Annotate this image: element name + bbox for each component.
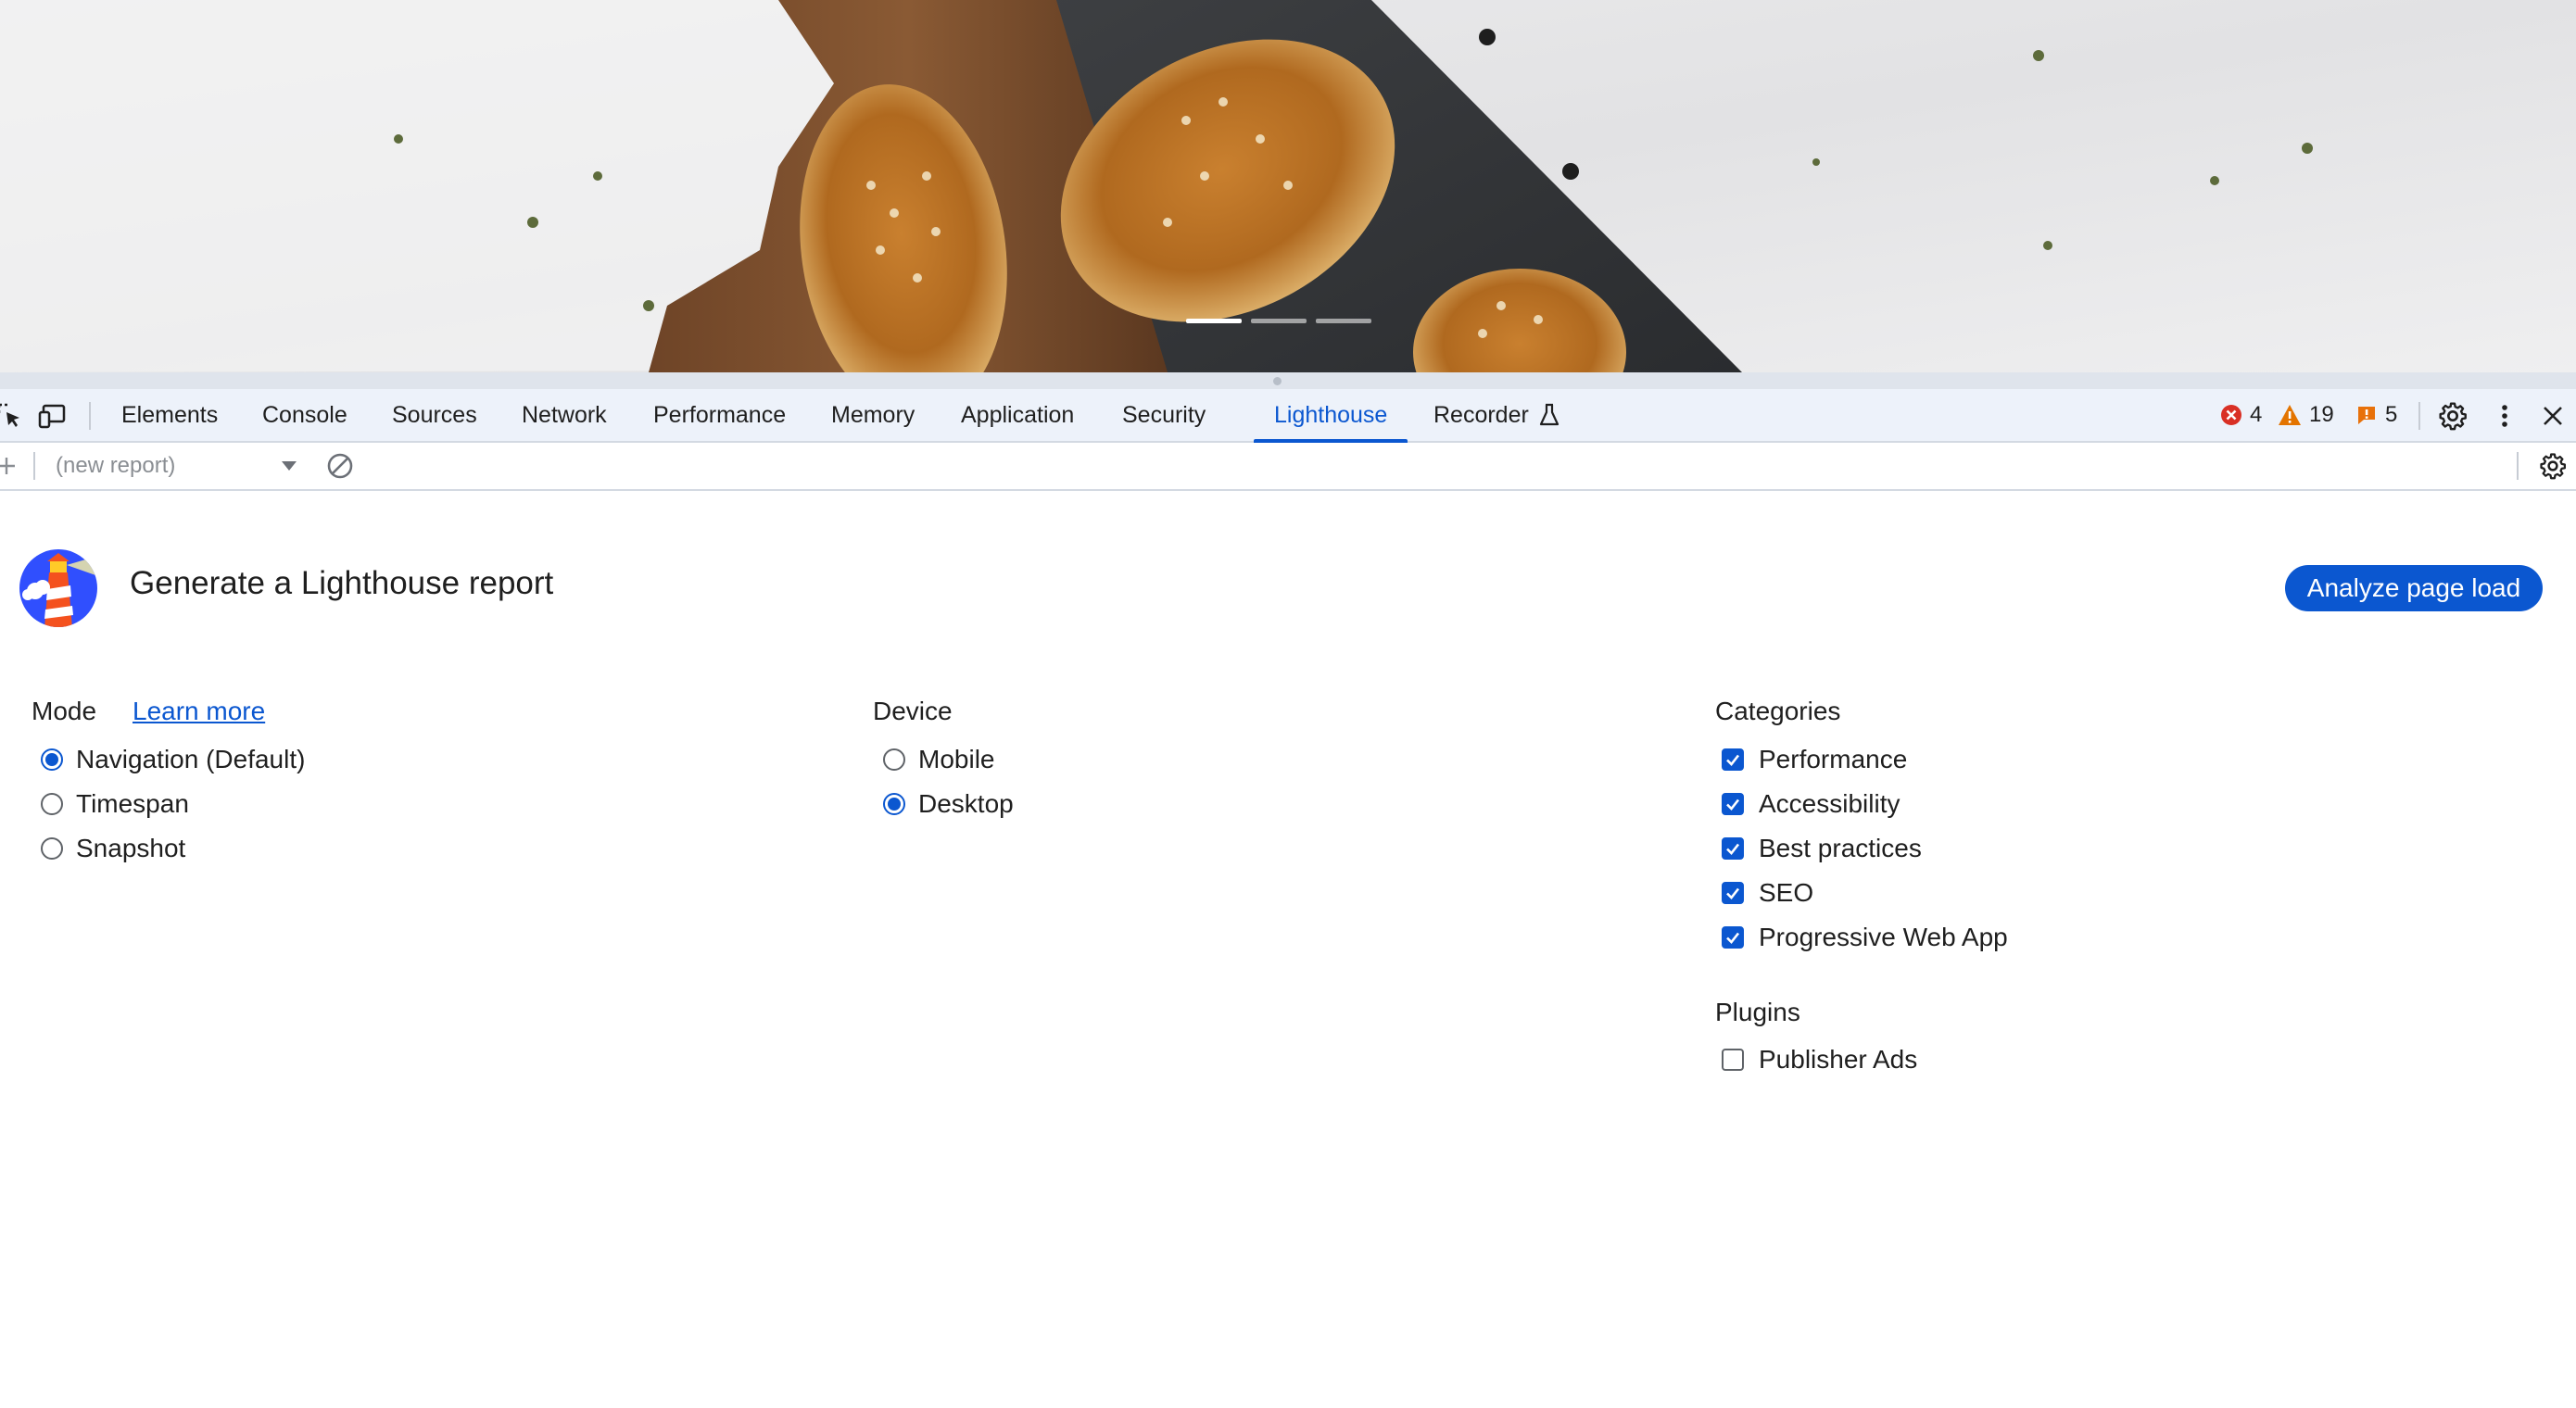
lighthouse-toolbar: (new report) [0, 443, 2576, 491]
category-label: SEO [1759, 878, 1814, 907]
checkmark-icon [1726, 798, 1740, 811]
tab-network[interactable]: Network [522, 389, 607, 441]
radio-button[interactable] [41, 793, 63, 815]
mode-option-timespan[interactable]: Timespan [41, 786, 189, 823]
lighthouse-settings-gear-icon[interactable] [2537, 450, 2569, 482]
checkbox[interactable] [1722, 837, 1744, 860]
category-label: Progressive Web App [1759, 923, 2008, 951]
radio-button[interactable] [883, 793, 905, 815]
tab-lighthouse[interactable]: Lighthouse [1253, 389, 1408, 443]
checkbox[interactable] [1722, 882, 1744, 904]
radio-button[interactable] [41, 837, 63, 860]
category-pwa[interactable]: Progressive Web App [1722, 919, 2008, 956]
close-devtools-icon[interactable] [2537, 400, 2569, 432]
resize-grip-dot [1273, 377, 1282, 385]
issues-counter[interactable]: 5 [2355, 389, 2397, 441]
chevron-down-icon [282, 461, 297, 471]
radio-button[interactable] [41, 748, 63, 771]
warning-counter[interactable]: 19 [2278, 389, 2334, 441]
report-select-value: (new report) [56, 453, 176, 478]
tab-performance[interactable]: Performance [653, 389, 786, 441]
category-seo[interactable]: SEO [1722, 874, 1813, 911]
page-hero-image [0, 0, 2576, 372]
device-option-label: Mobile [918, 745, 995, 773]
issues-count: 5 [2385, 402, 2398, 427]
devtools-panel: Elements Console Sources Network Perform… [0, 372, 2576, 1408]
device-option-label: Desktop [918, 789, 1014, 818]
report-select-dropdown[interactable]: (new report) [56, 443, 306, 489]
devtools-resize-handle[interactable] [0, 372, 2576, 389]
checkmark-icon [1726, 932, 1740, 944]
plugin-label: Publisher Ads [1759, 1045, 1918, 1074]
category-label: Performance [1759, 745, 1908, 773]
clear-all-icon[interactable] [324, 450, 356, 482]
tab-console[interactable]: Console [262, 389, 347, 441]
learn-more-link[interactable]: Learn more [133, 697, 265, 726]
checkbox[interactable] [1722, 926, 1744, 949]
warning-count: 19 [2309, 402, 2334, 427]
radio-button[interactable] [883, 748, 905, 771]
tab-recorder-label: Recorder [1433, 401, 1529, 428]
tab-elements[interactable]: Elements [121, 389, 218, 441]
issue-flag-icon [2358, 407, 2375, 424]
analyze-page-load-button[interactable]: Analyze page load [2285, 565, 2543, 611]
category-performance[interactable]: Performance [1722, 741, 1907, 778]
category-label: Best practices [1759, 834, 1922, 862]
toolbar-divider [2517, 452, 2519, 480]
mode-option-label: Navigation (Default) [76, 745, 306, 773]
toolbar-divider [33, 452, 35, 480]
lighthouse-logo-icon [19, 548, 98, 628]
tab-memory[interactable]: Memory [831, 389, 915, 441]
inspect-element-icon[interactable] [0, 400, 26, 432]
mode-heading: Mode [32, 697, 97, 725]
tab-application[interactable]: Application [961, 389, 1074, 441]
plugins-heading: Plugins [1715, 998, 1800, 1026]
checkbox[interactable] [1722, 748, 1744, 771]
more-options-icon[interactable] [2489, 400, 2520, 432]
category-accessibility[interactable]: Accessibility [1722, 786, 1900, 823]
bread-photo [0, 0, 2576, 372]
error-count: 4 [2250, 402, 2263, 427]
tab-sources[interactable]: Sources [392, 389, 477, 441]
toolbar-divider [89, 402, 91, 430]
tab-recorder[interactable]: Recorder [1433, 389, 1560, 441]
settings-gear-icon[interactable] [2437, 400, 2469, 432]
warning-icon [2279, 405, 2301, 425]
page-title: Generate a Lighthouse report [130, 565, 554, 601]
checkbox[interactable] [1722, 1049, 1744, 1071]
device-heading: Device [873, 697, 953, 725]
category-label: Accessibility [1759, 789, 1900, 818]
checkbox[interactable] [1722, 793, 1744, 815]
error-icon [2221, 405, 2241, 425]
checkmark-icon [1726, 754, 1740, 766]
device-option-mobile[interactable]: Mobile [883, 741, 994, 778]
experiment-flask-icon [1539, 403, 1559, 426]
categories-heading: Categories [1715, 697, 1841, 725]
mode-option-label: Timespan [76, 789, 189, 818]
tab-security[interactable]: Security [1122, 389, 1206, 441]
error-counter[interactable]: 4 [2220, 389, 2262, 441]
devtools-tabbar: Elements Console Sources Network Perform… [0, 389, 2576, 443]
mode-option-label: Snapshot [76, 834, 186, 862]
device-toolbar-icon[interactable] [37, 400, 69, 432]
mode-option-snapshot[interactable]: Snapshot [41, 830, 185, 867]
device-option-desktop[interactable]: Desktop [883, 786, 1014, 823]
new-report-plus-icon[interactable] [0, 450, 22, 482]
toolbar-divider [2418, 402, 2420, 430]
checkmark-icon [1726, 887, 1740, 899]
mode-option-navigation[interactable]: Navigation (Default) [41, 741, 305, 778]
plugin-publisher-ads[interactable]: Publisher Ads [1722, 1041, 1917, 1078]
checkmark-icon [1726, 843, 1740, 855]
category-best-practices[interactable]: Best practices [1722, 830, 1922, 867]
